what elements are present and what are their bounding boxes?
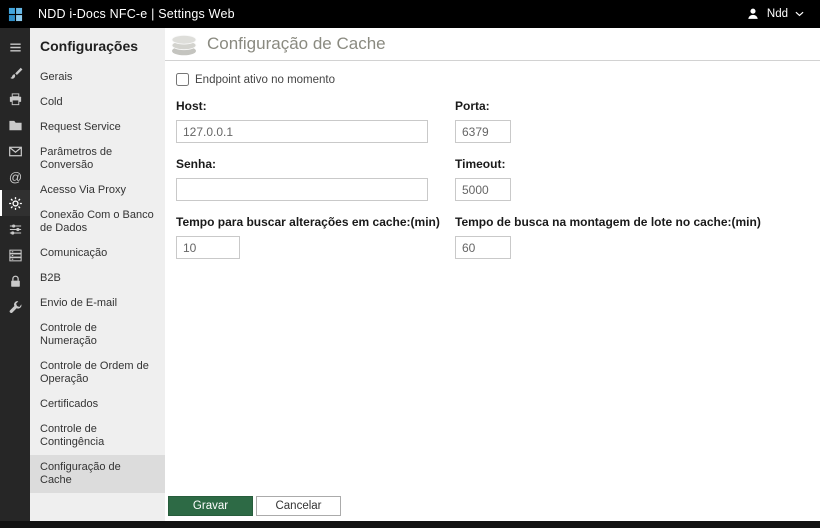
user-name: Ndd: [766, 8, 788, 20]
tempo-busca-lote-input[interactable]: [455, 236, 511, 259]
senha-label: Senha:: [176, 157, 217, 171]
nav-printer[interactable]: [0, 86, 30, 112]
sidebar-item-cold[interactable]: Cold: [30, 90, 165, 115]
tempo-busca-alteracoes-label: Tempo para buscar alterações em cache:(m…: [176, 215, 440, 229]
save-button[interactable]: Gravar: [168, 496, 253, 516]
sidebar-title: Configurações: [40, 38, 139, 54]
timeout-input[interactable]: [455, 178, 511, 201]
tempo-busca-alteracoes-field: Tempo para buscar alterações em cache:(m…: [176, 215, 455, 259]
sidebar-item-acesso-proxy[interactable]: Acesso Via Proxy: [30, 178, 165, 203]
settings-sidebar: Configurações Gerais Cold Request Servic…: [30, 28, 165, 521]
nav-folder[interactable]: [0, 112, 30, 138]
senha-input[interactable]: [176, 178, 428, 201]
tempo-busca-lote-field: Tempo de busca na montagem de lote no ca…: [455, 215, 820, 259]
sidebar-item-envio-email[interactable]: Envio de E-mail: [30, 291, 165, 316]
timeout-label: Timeout:: [455, 157, 506, 171]
sidebar-item-configuracao-cache[interactable]: Configuração de Cache: [30, 455, 165, 493]
page-title: Configuração de Cache: [207, 34, 386, 53]
main-panel: Configuração de Cache Endpoint ativo no …: [165, 28, 820, 521]
endpoint-active-label: Endpoint ativo no momento: [195, 73, 336, 86]
sidebar-item-certificados[interactable]: Certificados: [30, 392, 165, 417]
nav-server-stack[interactable]: [0, 242, 30, 268]
mail-icon: [8, 146, 22, 156]
sidebar-item-gerais[interactable]: Gerais: [30, 65, 165, 90]
porta-input[interactable]: [455, 120, 511, 143]
sliders-icon: [9, 223, 21, 235]
nav-at-sign[interactable]: @: [0, 164, 30, 190]
brush-icon: [9, 67, 22, 79]
cancel-button[interactable]: Cancelar: [256, 496, 341, 516]
sidebar-item-request-service[interactable]: Request Service: [30, 115, 165, 140]
cache-stack-icon: [168, 31, 200, 58]
sidebar-item-b2b[interactable]: B2B: [30, 266, 165, 291]
form-actions: Gravar Cancelar: [168, 496, 341, 516]
folder-icon: [8, 120, 22, 130]
nav-settings[interactable]: [0, 190, 30, 216]
host-field: Host:: [176, 99, 455, 143]
senha-field: Senha:: [176, 157, 455, 201]
cache-settings-form: Endpoint ativo no momento Host: Porta: S…: [165, 61, 820, 259]
tempo-busca-alteracoes-input[interactable]: [176, 236, 240, 259]
endpoint-active-row: Endpoint ativo no momento: [176, 73, 820, 86]
tempo-busca-lote-label: Tempo de busca na montagem de lote no ca…: [455, 215, 761, 229]
menu-icon: [9, 43, 21, 51]
user-icon: [748, 8, 758, 19]
nav-mail[interactable]: [0, 138, 30, 164]
apps-grid-icon: [8, 7, 22, 21]
nav-sliders[interactable]: [0, 216, 30, 242]
svg-text:@: @: [8, 170, 21, 185]
nav-lock[interactable]: [0, 268, 30, 294]
porta-field: Porta:: [455, 99, 820, 143]
server-stack-icon: [8, 249, 22, 261]
sidebar-item-controle-numeracao[interactable]: Controle de Numeração: [30, 316, 165, 354]
app-title: NDD i-Docs NFC-e | Settings Web: [38, 7, 235, 21]
sidebar-item-conexao-banco[interactable]: Conexão Com o Banco de Dados: [30, 203, 165, 241]
sidebar-item-controle-ordem[interactable]: Controle de Ordem de Operação: [30, 354, 165, 392]
gear-icon: [8, 196, 22, 210]
at-sign-icon: @: [8, 170, 21, 185]
host-label: Host:: [176, 99, 207, 113]
sidebar-item-parametros-conversao[interactable]: Parâmetros de Conversão: [30, 140, 165, 178]
user-menu[interactable]: Ndd: [738, 0, 820, 28]
timeout-field: Timeout:: [455, 157, 820, 201]
nav-wrench[interactable]: [0, 294, 30, 320]
apps-menu-button[interactable]: [0, 0, 30, 28]
host-input[interactable]: [176, 120, 428, 143]
nav-brush[interactable]: [0, 60, 30, 86]
chevron-down-icon: [795, 11, 804, 17]
sidebar-item-comunicacao[interactable]: Comunicação: [30, 241, 165, 266]
nav-menu[interactable]: [0, 34, 30, 60]
sidebar-item-controle-contingencia[interactable]: Controle de Contingência: [30, 417, 165, 455]
lock-icon: [10, 275, 20, 287]
footer-bar: [0, 521, 820, 528]
printer-icon: [9, 92, 21, 105]
endpoint-active-checkbox[interactable]: [176, 73, 189, 86]
porta-label: Porta:: [455, 99, 490, 113]
icon-rail: @: [0, 28, 30, 521]
topbar: NDD i-Docs NFC-e | Settings Web Ndd: [0, 0, 820, 28]
page-header: Configuração de Cache: [165, 28, 820, 60]
wrench-icon: [9, 300, 21, 313]
form-grid: Host: Porta: Senha: Timeout: Tempo para …: [176, 99, 820, 259]
main-layout: @ Configurações Gerais Cold Request Serv…: [0, 28, 820, 521]
